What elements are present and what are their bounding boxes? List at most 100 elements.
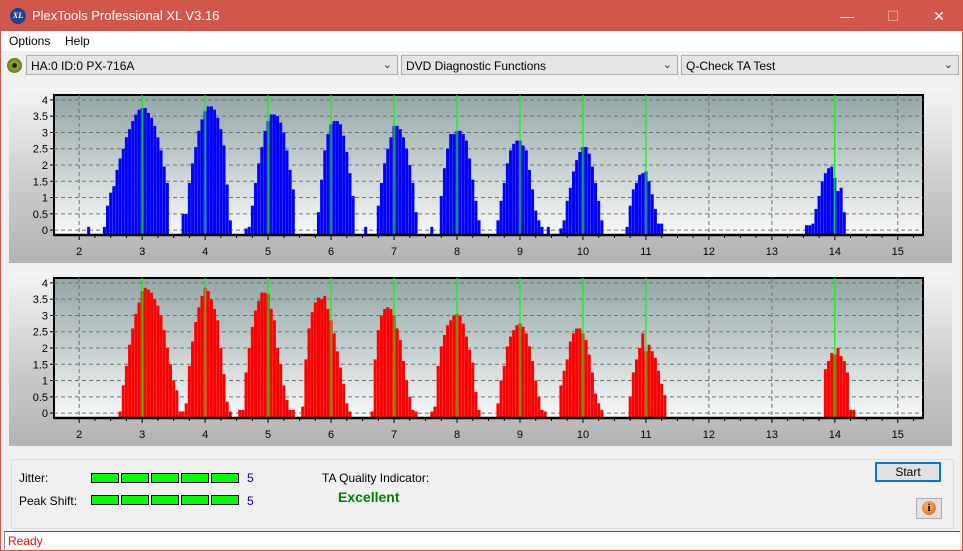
histogram-bar <box>653 208 657 235</box>
status-text: Ready <box>8 534 43 548</box>
histogram-bar <box>153 299 157 418</box>
y-tick-label: 4 <box>42 95 48 107</box>
close-button[interactable]: ✕ <box>916 1 962 31</box>
histogram-bar <box>219 348 223 418</box>
drive-select[interactable]: HA:0 ID:0 PX-716A ⌄ <box>26 55 398 75</box>
histogram-bar <box>184 213 188 235</box>
x-tick-label: 8 <box>454 429 460 441</box>
histogram-bar <box>219 129 223 235</box>
menu-help[interactable]: Help <box>65 34 90 48</box>
histogram-bar <box>225 401 229 418</box>
histogram-bar <box>660 223 664 235</box>
maximize-button[interactable]: ☐ <box>870 1 916 31</box>
x-tick-label: 11 <box>640 246 651 258</box>
histogram-bar <box>449 134 453 235</box>
function-select[interactable]: DVD Diagnostic Functions ⌄ <box>401 55 678 75</box>
histogram-bar <box>191 163 195 235</box>
y-tick-label: 0.5 <box>33 392 48 404</box>
histogram-bar <box>433 406 437 418</box>
histogram-bar <box>458 130 462 235</box>
histogram-bar <box>578 328 582 418</box>
histogram-bar <box>647 344 651 418</box>
histogram-bar <box>439 346 443 418</box>
x-tick-label: 9 <box>517 246 523 258</box>
x-tick-label: 13 <box>766 246 778 258</box>
histogram-bar <box>638 348 642 418</box>
chevron-down-icon: ⌄ <box>382 59 392 71</box>
histogram-bar <box>216 117 220 235</box>
histogram-bar <box>464 140 468 235</box>
histogram-bar <box>650 351 654 418</box>
histogram-bar <box>512 143 516 235</box>
histogram-bar <box>137 109 141 235</box>
histogram-bar <box>650 194 654 235</box>
ta-chart-bottom: 0 0.5 1 1.5 2 2.5 3 3.5 4 2 3 4 5 6 7 8 9 10 11 12 13 14 15 <box>33 277 924 441</box>
histogram-bar <box>584 147 588 235</box>
histogram-bar <box>395 328 399 418</box>
histogram-bar <box>631 372 635 418</box>
histogram-bar <box>307 328 311 418</box>
histogram-bar <box>121 385 125 418</box>
meter-segment <box>211 473 239 483</box>
histogram-bar <box>521 326 525 418</box>
minimize-button[interactable]: — <box>824 1 870 31</box>
histogram-bar <box>565 359 569 418</box>
histogram-bar <box>326 134 330 235</box>
histogram-bar <box>200 119 204 235</box>
histogram-bar <box>150 117 154 235</box>
histogram-bar <box>323 150 327 235</box>
histogram-bar <box>597 403 601 418</box>
info-button[interactable]: i <box>916 498 942 519</box>
histogram-bar <box>830 352 834 418</box>
chevron-down-icon: ⌄ <box>943 59 953 71</box>
meter-segment <box>121 495 149 505</box>
x-tick-label: 14 <box>829 429 841 441</box>
histogram-bar <box>499 380 503 418</box>
histogram-bar <box>590 372 594 418</box>
test-select-value: Q-Check TA Test <box>686 59 776 73</box>
histogram-bar <box>272 114 276 235</box>
x-tick-label: 7 <box>391 246 397 258</box>
histogram-bar <box>568 187 572 235</box>
histogram-bar <box>131 121 135 235</box>
histogram-bar <box>641 333 645 418</box>
histogram-bar <box>263 130 267 235</box>
histogram-bar <box>408 396 412 418</box>
meter-segment <box>91 473 119 483</box>
histogram-bar <box>537 220 541 235</box>
histogram-bar <box>471 179 475 235</box>
histogram-bar <box>222 145 226 235</box>
y-tick-label: 1 <box>42 376 48 388</box>
histogram-bar <box>414 212 418 235</box>
histogram-bar <box>279 122 283 235</box>
histogram-bar <box>165 348 169 418</box>
histogram-bar <box>313 302 317 418</box>
meter-segment <box>151 473 179 483</box>
histogram-bar <box>436 365 440 418</box>
histogram-bar <box>568 341 572 418</box>
status-bar: Ready <box>4 531 960 549</box>
start-button[interactable]: Start <box>875 462 941 482</box>
histogram-bar <box>320 179 324 235</box>
histogram-bar <box>559 385 563 418</box>
menu-options[interactable]: Options <box>9 34 50 48</box>
histogram-bar <box>600 220 604 235</box>
histogram-bar <box>106 205 110 235</box>
histogram-bar <box>282 385 286 418</box>
histogram-bar <box>398 129 402 235</box>
y-tick-label: 3 <box>42 127 48 139</box>
histogram-bar <box>143 108 147 235</box>
x-tick-label: 15 <box>892 246 904 258</box>
peak-shift-label: Peak Shift: <box>19 494 78 508</box>
histogram-bar <box>213 308 217 418</box>
test-select[interactable]: Q-Check TA Test ⌄ <box>681 55 959 75</box>
histogram-bar <box>842 212 846 235</box>
histogram-bar <box>115 169 119 235</box>
histogram-bar <box>531 361 535 418</box>
meter-segment <box>151 495 179 505</box>
histogram-bar <box>225 184 229 235</box>
histogram-bar <box>401 137 405 235</box>
histogram-bar <box>342 383 346 418</box>
histogram-bar <box>411 182 415 235</box>
y-tick-label: 2.5 <box>33 327 48 339</box>
